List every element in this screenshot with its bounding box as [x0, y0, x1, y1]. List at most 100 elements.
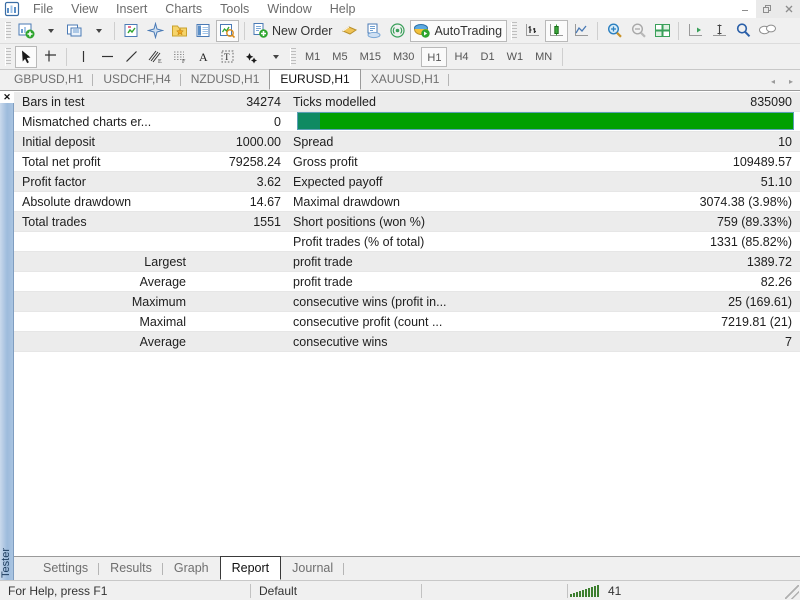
report-value-cell: 34274 — [246, 94, 281, 109]
tab-divider — [448, 74, 450, 86]
report-label-cell: Total net profit — [22, 154, 101, 169]
metatrader-window: File View Insert Charts Tools Window Hel… — [0, 0, 800, 600]
horizontal-line-icon[interactable] — [96, 46, 118, 68]
menu-file[interactable]: File — [24, 0, 62, 18]
trendline-icon[interactable] — [120, 46, 142, 68]
timeframe-m5[interactable]: M5 — [327, 47, 352, 67]
market-watch-icon[interactable] — [120, 20, 142, 42]
status-empty-cell — [422, 581, 567, 600]
menu-help[interactable]: Help — [321, 0, 365, 18]
line-chart-icon[interactable] — [570, 20, 592, 42]
navigator-icon[interactable] — [144, 20, 166, 42]
menu-charts[interactable]: Charts — [156, 0, 211, 18]
chat-icon[interactable] — [756, 20, 779, 42]
chart-tab-label: XAUUSD,H1 — [370, 72, 440, 86]
chart-shift-icon[interactable] — [684, 20, 706, 42]
timeframe-d1[interactable]: D1 — [476, 47, 500, 67]
search-icon[interactable] — [732, 20, 754, 42]
arrows-dropdown-icon[interactable] — [264, 46, 286, 68]
toolbar-grip[interactable] — [5, 21, 11, 40]
table-row: Profit factor 3.62 Expected payoff 51.10 — [14, 172, 800, 192]
chart-autoscroll-icon[interactable] — [708, 20, 730, 42]
crosshair-icon[interactable] — [39, 46, 61, 68]
tab-scroll-right-icon[interactable]: ▸ — [786, 75, 796, 87]
studies-separator — [66, 47, 67, 66]
timeframe-m15[interactable]: M15 — [355, 47, 386, 67]
status-profile[interactable]: Default — [251, 581, 421, 600]
report-value-cell-2: 7219.81 (21) — [721, 314, 792, 329]
timeframe-h1[interactable]: H1 — [421, 46, 448, 67]
signals-icon[interactable] — [386, 20, 408, 42]
profiles-dropdown-icon[interactable] — [87, 20, 109, 42]
strategy-tester-icon[interactable] — [216, 19, 239, 42]
data-window-icon[interactable] — [192, 20, 214, 42]
text-icon[interactable]: A — [192, 46, 214, 68]
timeframe-mn[interactable]: MN — [530, 47, 557, 67]
new-chart-dropdown-icon[interactable] — [39, 20, 61, 42]
toolbar-grip-2[interactable] — [511, 21, 518, 40]
menu-window[interactable]: Window — [258, 0, 320, 18]
chart-tab-nzdusd[interactable]: NZDUSD,H1 — [181, 70, 270, 90]
autotrading-label: AutoTrading — [434, 23, 503, 38]
tab-graph[interactable]: Graph — [163, 558, 220, 580]
menu-insert[interactable]: Insert — [107, 0, 156, 18]
report-label-cell-2: Expected payoff — [293, 174, 383, 189]
menu-view[interactable]: View — [62, 0, 107, 18]
close-button[interactable] — [778, 0, 800, 18]
fibonacci-icon[interactable]: F — [168, 46, 190, 68]
timeframe-m30[interactable]: M30 — [388, 47, 419, 67]
tab-results[interactable]: Results — [99, 558, 163, 580]
toolbar-separator — [114, 21, 115, 40]
tile-windows-icon[interactable] — [651, 20, 673, 42]
minimize-button[interactable] — [734, 0, 756, 18]
tester-side-strip: ✕ Tester — [0, 91, 14, 580]
timeframe-w1[interactable]: W1 — [502, 47, 529, 67]
chart-tab-label: USDCHF,H4 — [103, 72, 171, 86]
chart-tab-bar: GBPUSD,H1 USDCHF,H4 NZDUSD,H1 EURUSD,H1 … — [0, 69, 800, 91]
chart-tab-xauusd[interactable]: XAUUSD,H1 — [361, 70, 450, 90]
tab-report[interactable]: Report — [219, 556, 282, 580]
report-label-cell-2: Short positions (won %) — [293, 214, 426, 229]
favorites-folder-icon[interactable] — [168, 20, 190, 42]
new-order-button[interactable]: New Order — [250, 20, 336, 42]
equidistant-channel-icon[interactable]: E — [144, 46, 166, 68]
restore-button[interactable] — [756, 0, 778, 18]
history-icon[interactable] — [338, 20, 360, 42]
report-label-cell-2: consecutive profit (count ... — [293, 314, 443, 329]
resize-grip[interactable] — [785, 585, 799, 599]
candlestick-chart-icon[interactable] — [545, 19, 569, 42]
tester-close-icon[interactable]: ✕ — [0, 91, 14, 103]
chart-tab-usdchf[interactable]: USDCHF,H4 — [93, 70, 181, 90]
profiles-icon[interactable] — [63, 20, 85, 42]
tab-scroll-left-icon[interactable]: ◂ — [768, 75, 778, 87]
table-row: Bars in test 34274 Ticks modelled 835090 — [14, 92, 800, 112]
new-chart-icon[interactable] — [15, 20, 37, 42]
vertical-line-icon[interactable] — [72, 46, 94, 68]
bar-chart-icon[interactable] — [521, 20, 543, 42]
timeframe-m1[interactable]: M1 — [300, 47, 325, 67]
report-label-cell: Maximum — [131, 294, 186, 309]
chart-tab-eurusd[interactable]: EURUSD,H1 — [269, 69, 361, 90]
news-icon[interactable] — [362, 20, 384, 42]
report-label-cell-2: consecutive wins (profit in... — [293, 294, 447, 309]
report-value-cell: 1551 — [253, 214, 281, 229]
cursor-icon[interactable] — [15, 45, 37, 68]
toolbar-grip-3[interactable] — [5, 47, 11, 66]
svg-text:F: F — [182, 59, 186, 64]
chart-tab-gbpusd[interactable]: GBPUSD,H1 — [4, 70, 94, 90]
arrows-icon[interactable] — [240, 46, 262, 68]
report-value-cell-2: 10 — [778, 134, 792, 149]
tab-settings[interactable]: Settings — [32, 558, 100, 580]
report-table: Bars in test 34274 Ticks modelled 835090 Mis… — [14, 91, 800, 556]
timeframe-h4[interactable]: H4 — [449, 47, 473, 67]
toolbar-grip-4[interactable] — [290, 47, 296, 66]
zoom-in-icon[interactable] — [603, 20, 625, 42]
table-row: Total trades 1551 Short positions (won %) 7… — [14, 212, 800, 232]
report-label-cell: Total trades — [22, 214, 87, 229]
zoom-out-icon[interactable] — [627, 20, 649, 42]
tab-journal[interactable]: Journal — [281, 558, 345, 580]
autotrading-button[interactable]: AutoTrading — [410, 19, 508, 42]
menu-tools[interactable]: Tools — [211, 0, 258, 18]
text-label-icon[interactable]: T — [216, 46, 238, 68]
progress-fill — [298, 113, 793, 129]
